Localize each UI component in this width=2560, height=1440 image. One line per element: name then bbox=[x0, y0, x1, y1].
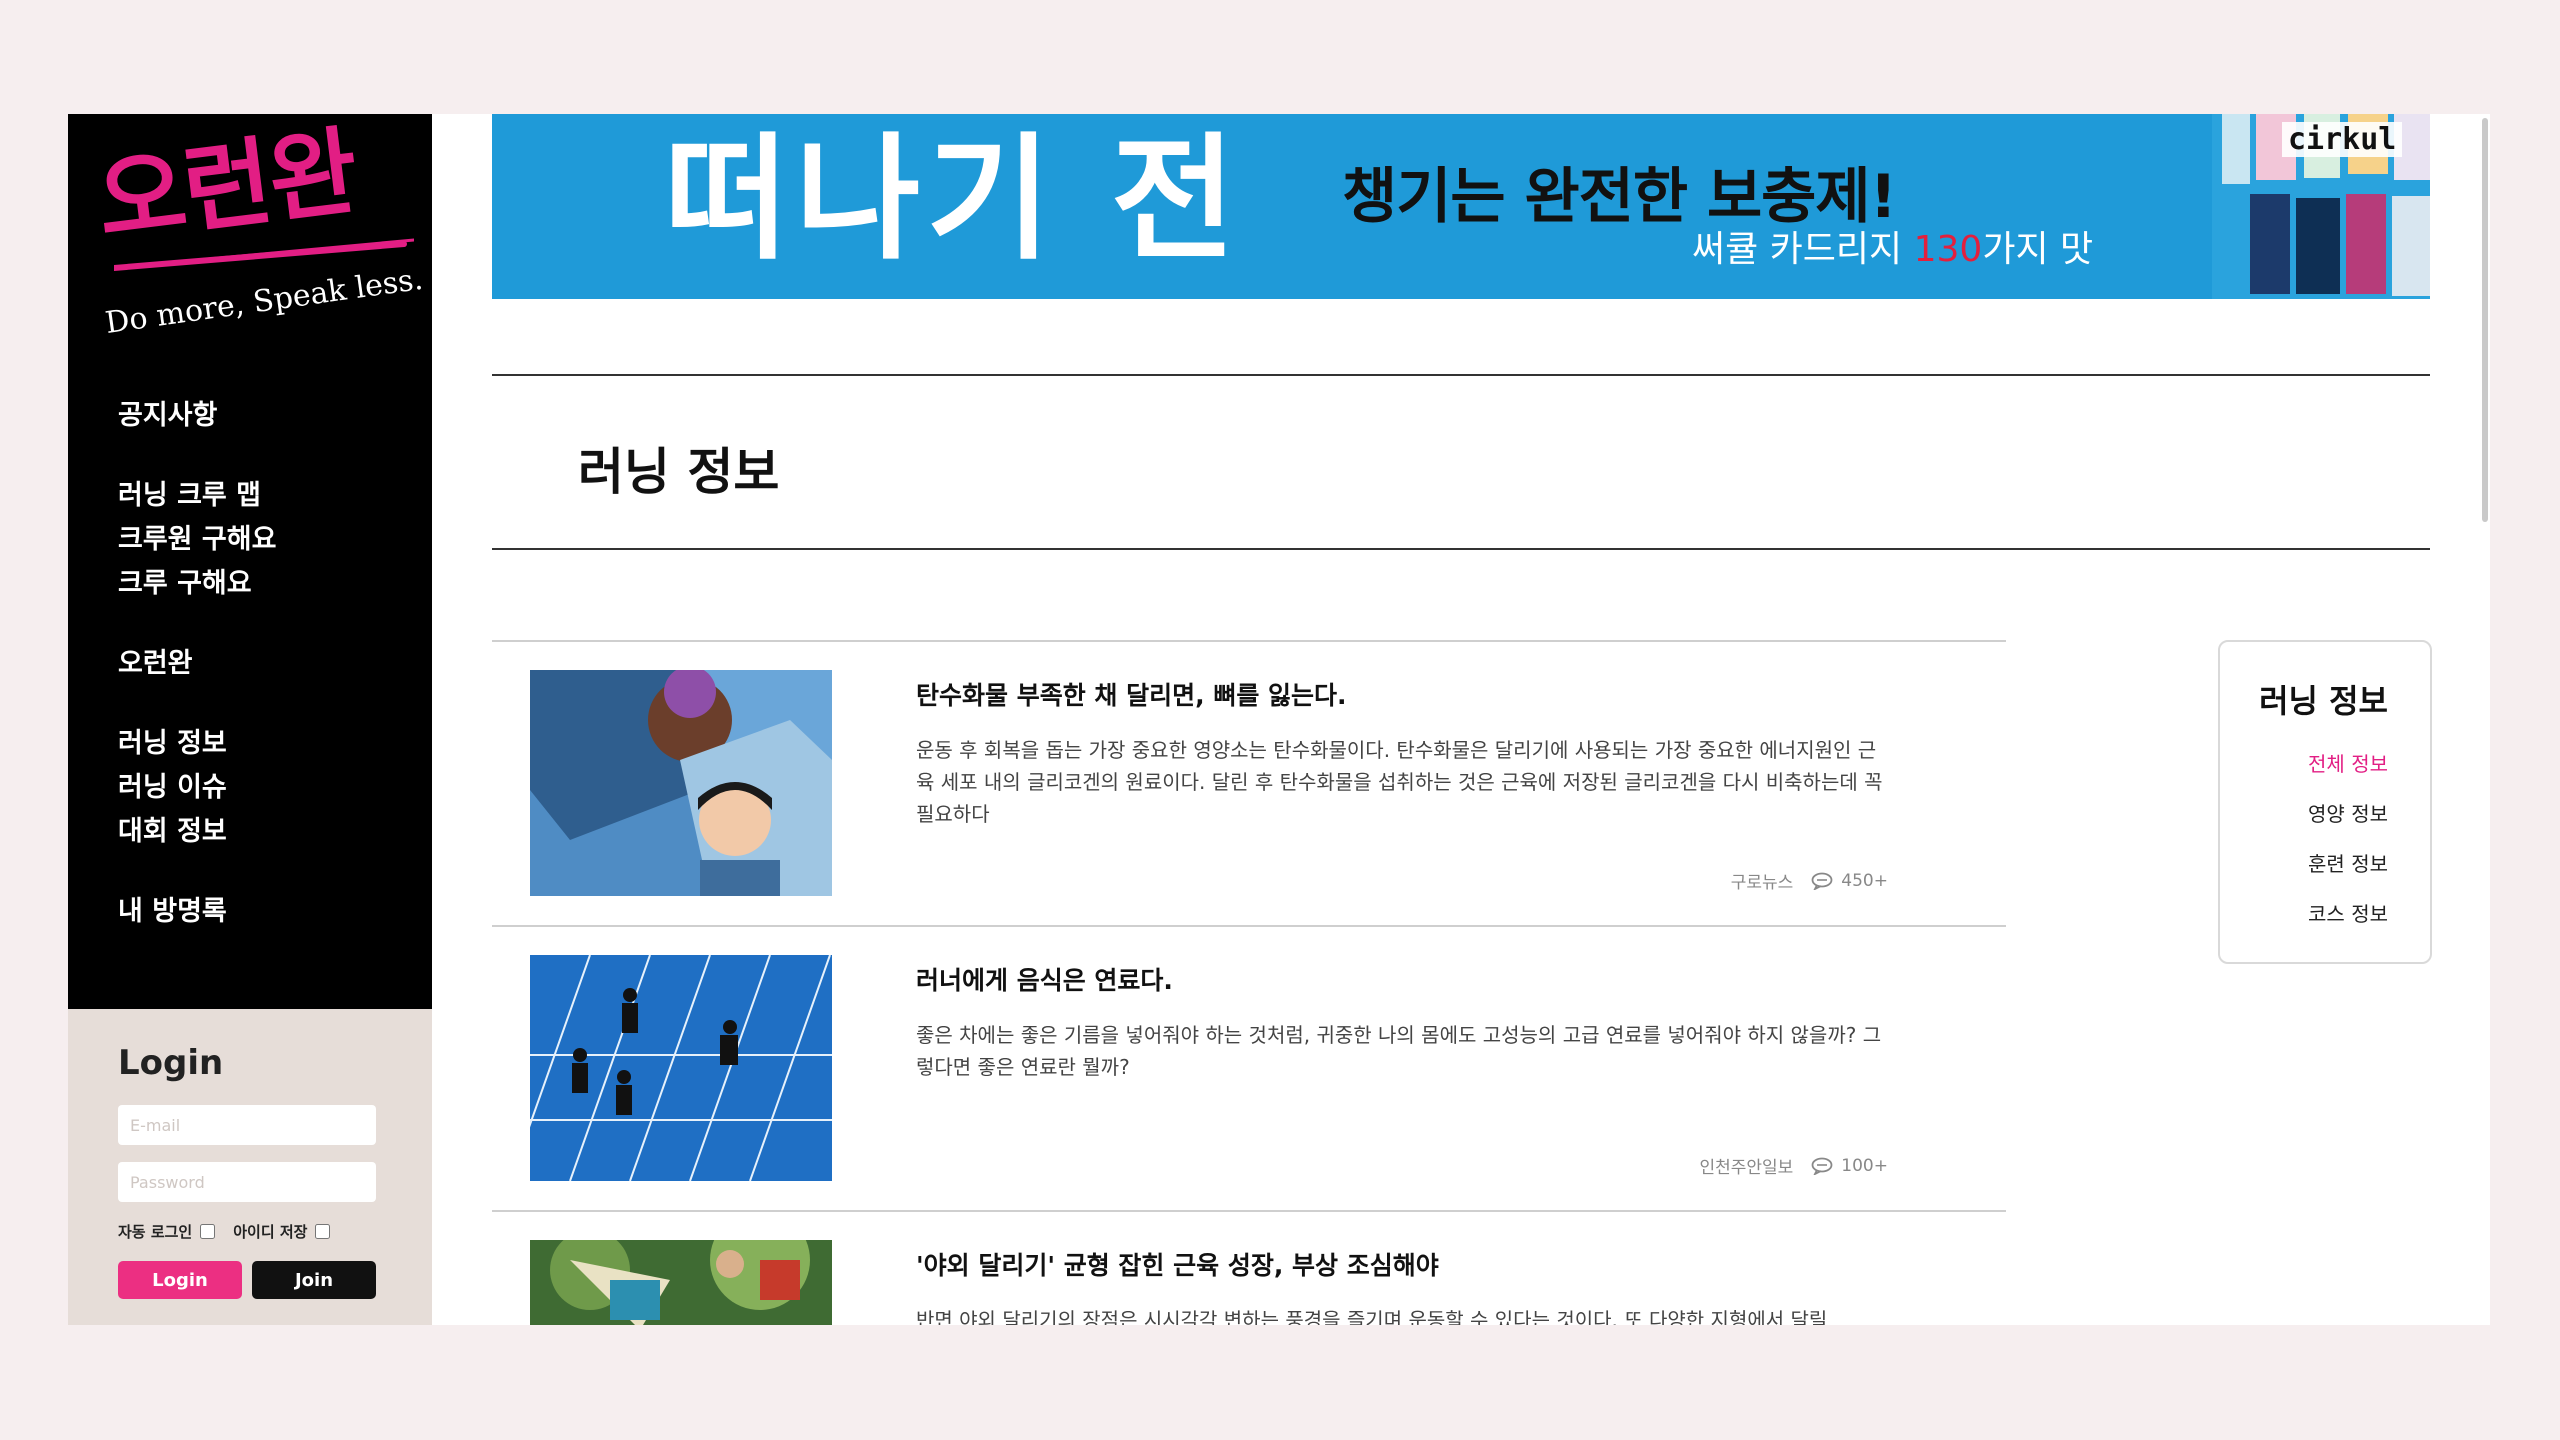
article-item[interactable]: 탄수화물 부족한 채 달리면, 뼈를 잃는다. 운동 후 회복을 돕는 가장 중… bbox=[492, 640, 2006, 925]
nav-item-find-members[interactable]: 크루원 구해요 bbox=[118, 518, 276, 562]
category-link-nutrition[interactable]: 영양 정보 bbox=[2308, 798, 2388, 827]
nav-item-running-issues[interactable]: 러닝 이슈 bbox=[118, 766, 276, 810]
article-meta: 인천주안일보 100+ bbox=[1699, 1153, 1888, 1179]
comment-count-value: 100+ bbox=[1841, 1155, 1888, 1176]
nav-item-guestbook[interactable]: 내 방명록 bbox=[118, 890, 276, 934]
article-description: 좋은 차에는 좋은 기름을 넣어줘야 하는 것처럼, 귀중한 나의 몸에도 고성… bbox=[916, 1023, 1882, 1079]
sidebar-nav-panel: 오런완 Do more, Speak less. 공지사항 러닝 크루 맵 크루… bbox=[68, 114, 432, 1009]
nav-item-race-info[interactable]: 대회 정보 bbox=[118, 810, 276, 854]
nav-item-find-crew[interactable]: 크루 구해요 bbox=[118, 562, 276, 606]
article-item[interactable]: '야외 달리기' 균형 잡힌 근육 성장, 부상 조심해야 반면 야외 달리기의… bbox=[492, 1210, 2006, 1325]
nav-group-info: 러닝 정보 러닝 이슈 대회 정보 bbox=[118, 722, 276, 854]
comment-icon bbox=[1811, 872, 1833, 890]
logo-wordmark: 오런완 bbox=[91, 115, 363, 258]
article-title[interactable]: 탄수화물 부족한 채 달리면, 뼈를 잃는다. bbox=[916, 676, 1347, 712]
article-source: 인천주안일보 bbox=[1699, 1158, 1794, 1178]
article-title[interactable]: '야외 달리기' 균형 잡힌 근육 성장, 부상 조심해야 bbox=[916, 1246, 1439, 1282]
sidebar: 오런완 Do more, Speak less. 공지사항 러닝 크루 맵 크루… bbox=[68, 114, 432, 1325]
scrollbar-thumb[interactable] bbox=[2482, 118, 2488, 522]
article-description: 반면 야외 달리기의 장점은 시시각각 변하는 풍경을 즐기며 운동할 수 있다… bbox=[916, 1308, 1828, 1325]
comment-count-value: 450+ bbox=[1841, 870, 1888, 891]
ad-banner[interactable]: 떠나기 전 챙기는 완전한 보충제! 써큘 카드리지 130가지 맛 cirku… bbox=[492, 114, 2430, 299]
nav-item-notice[interactable]: 공지사항 bbox=[118, 394, 276, 438]
nav-item-crew-map[interactable]: 러닝 크루 맵 bbox=[118, 474, 276, 518]
logo-brush-stroke bbox=[114, 238, 414, 271]
login-options: 자동 로그인 아이디 저장 bbox=[118, 1221, 340, 1242]
article-list: 탄수화물 부족한 채 달리면, 뼈를 잃는다. 운동 후 회복을 돕는 가장 중… bbox=[492, 640, 2006, 1325]
banner-line-number: 130 bbox=[1913, 229, 1983, 270]
article-thumbnail[interactable] bbox=[530, 670, 832, 896]
nav-group-crew: 러닝 크루 맵 크루원 구해요 크루 구해요 bbox=[118, 474, 276, 606]
vertical-scrollbar[interactable] bbox=[2480, 114, 2490, 1325]
nav-group-guestbook: 내 방명록 bbox=[118, 890, 276, 934]
nav-item-orunwan[interactable]: 오런완 bbox=[118, 642, 276, 686]
category-link-training[interactable]: 훈련 정보 bbox=[2308, 848, 2388, 877]
category-link-course[interactable]: 코스 정보 bbox=[2308, 898, 2388, 927]
logo-tagline: Do more, Speak less. bbox=[103, 261, 426, 341]
category-card-title: 러닝 정보 bbox=[2259, 682, 2388, 720]
comment-count: 450+ bbox=[1811, 871, 1888, 891]
article-title[interactable]: 러너에게 음식은 연료다. bbox=[916, 961, 1173, 997]
login-button[interactable]: Login bbox=[118, 1261, 242, 1299]
banner-headline: 떠나기 전 bbox=[664, 121, 1242, 279]
category-link-all[interactable]: 전체 정보 bbox=[2308, 748, 2388, 777]
category-card: 러닝 정보 전체 정보 영양 정보 훈련 정보 코스 정보 bbox=[2218, 640, 2432, 964]
article-description: 운동 후 회복을 돕는 가장 중요한 영양소는 탄수화물이다. 탄수화물은 달리… bbox=[916, 738, 1883, 826]
auto-login-label: 자동 로그인 bbox=[118, 1223, 193, 1241]
nav-item-running-info[interactable]: 러닝 정보 bbox=[118, 722, 276, 766]
banner-line-suffix: 가지 맛 bbox=[1982, 229, 2094, 270]
article-thumbnail[interactable] bbox=[530, 955, 832, 1181]
page-title: 러닝 정보 bbox=[578, 443, 780, 501]
login-panel: Login 자동 로그인 아이디 저장 Login Join bbox=[68, 1009, 432, 1325]
login-title: Login bbox=[118, 1043, 224, 1083]
article-thumbnail[interactable] bbox=[530, 1240, 832, 1325]
page-header: 러닝 정보 bbox=[492, 374, 2430, 550]
site-logo[interactable]: 오런완 Do more, Speak less. bbox=[91, 115, 425, 390]
nav-group-notice: 공지사항 bbox=[118, 394, 276, 438]
banner-line-prefix: 써큘 카드리지 bbox=[1692, 229, 1914, 270]
comment-icon bbox=[1811, 1157, 1833, 1175]
comment-count: 100+ bbox=[1811, 1156, 1888, 1176]
auto-login-checkbox[interactable] bbox=[200, 1224, 216, 1239]
password-field[interactable] bbox=[118, 1162, 376, 1202]
article-source: 구로뉴스 bbox=[1730, 873, 1794, 893]
nav-group-orunwan: 오런완 bbox=[118, 642, 276, 686]
browser-viewport: 오런완 Do more, Speak less. 공지사항 러닝 크루 맵 크루… bbox=[68, 114, 2490, 1325]
banner-flavor-line: 써큘 카드리지 130가지 맛 bbox=[1692, 220, 2093, 272]
email-field[interactable] bbox=[118, 1105, 376, 1145]
banner-brand: cirkul bbox=[2282, 122, 2403, 157]
join-button[interactable]: Join bbox=[252, 1261, 376, 1299]
save-id-checkbox[interactable] bbox=[315, 1224, 331, 1239]
article-item[interactable]: 러너에게 음식은 연료다. 좋은 차에는 좋은 기름을 넣어줘야 하는 것처럼,… bbox=[492, 925, 2006, 1210]
main-nav: 공지사항 러닝 크루 맵 크루원 구해요 크루 구해요 오런완 러닝 정보 러닝… bbox=[118, 394, 276, 970]
save-id-label: 아이디 저장 bbox=[233, 1223, 308, 1241]
article-meta: 구로뉴스 450+ bbox=[1730, 868, 1888, 894]
